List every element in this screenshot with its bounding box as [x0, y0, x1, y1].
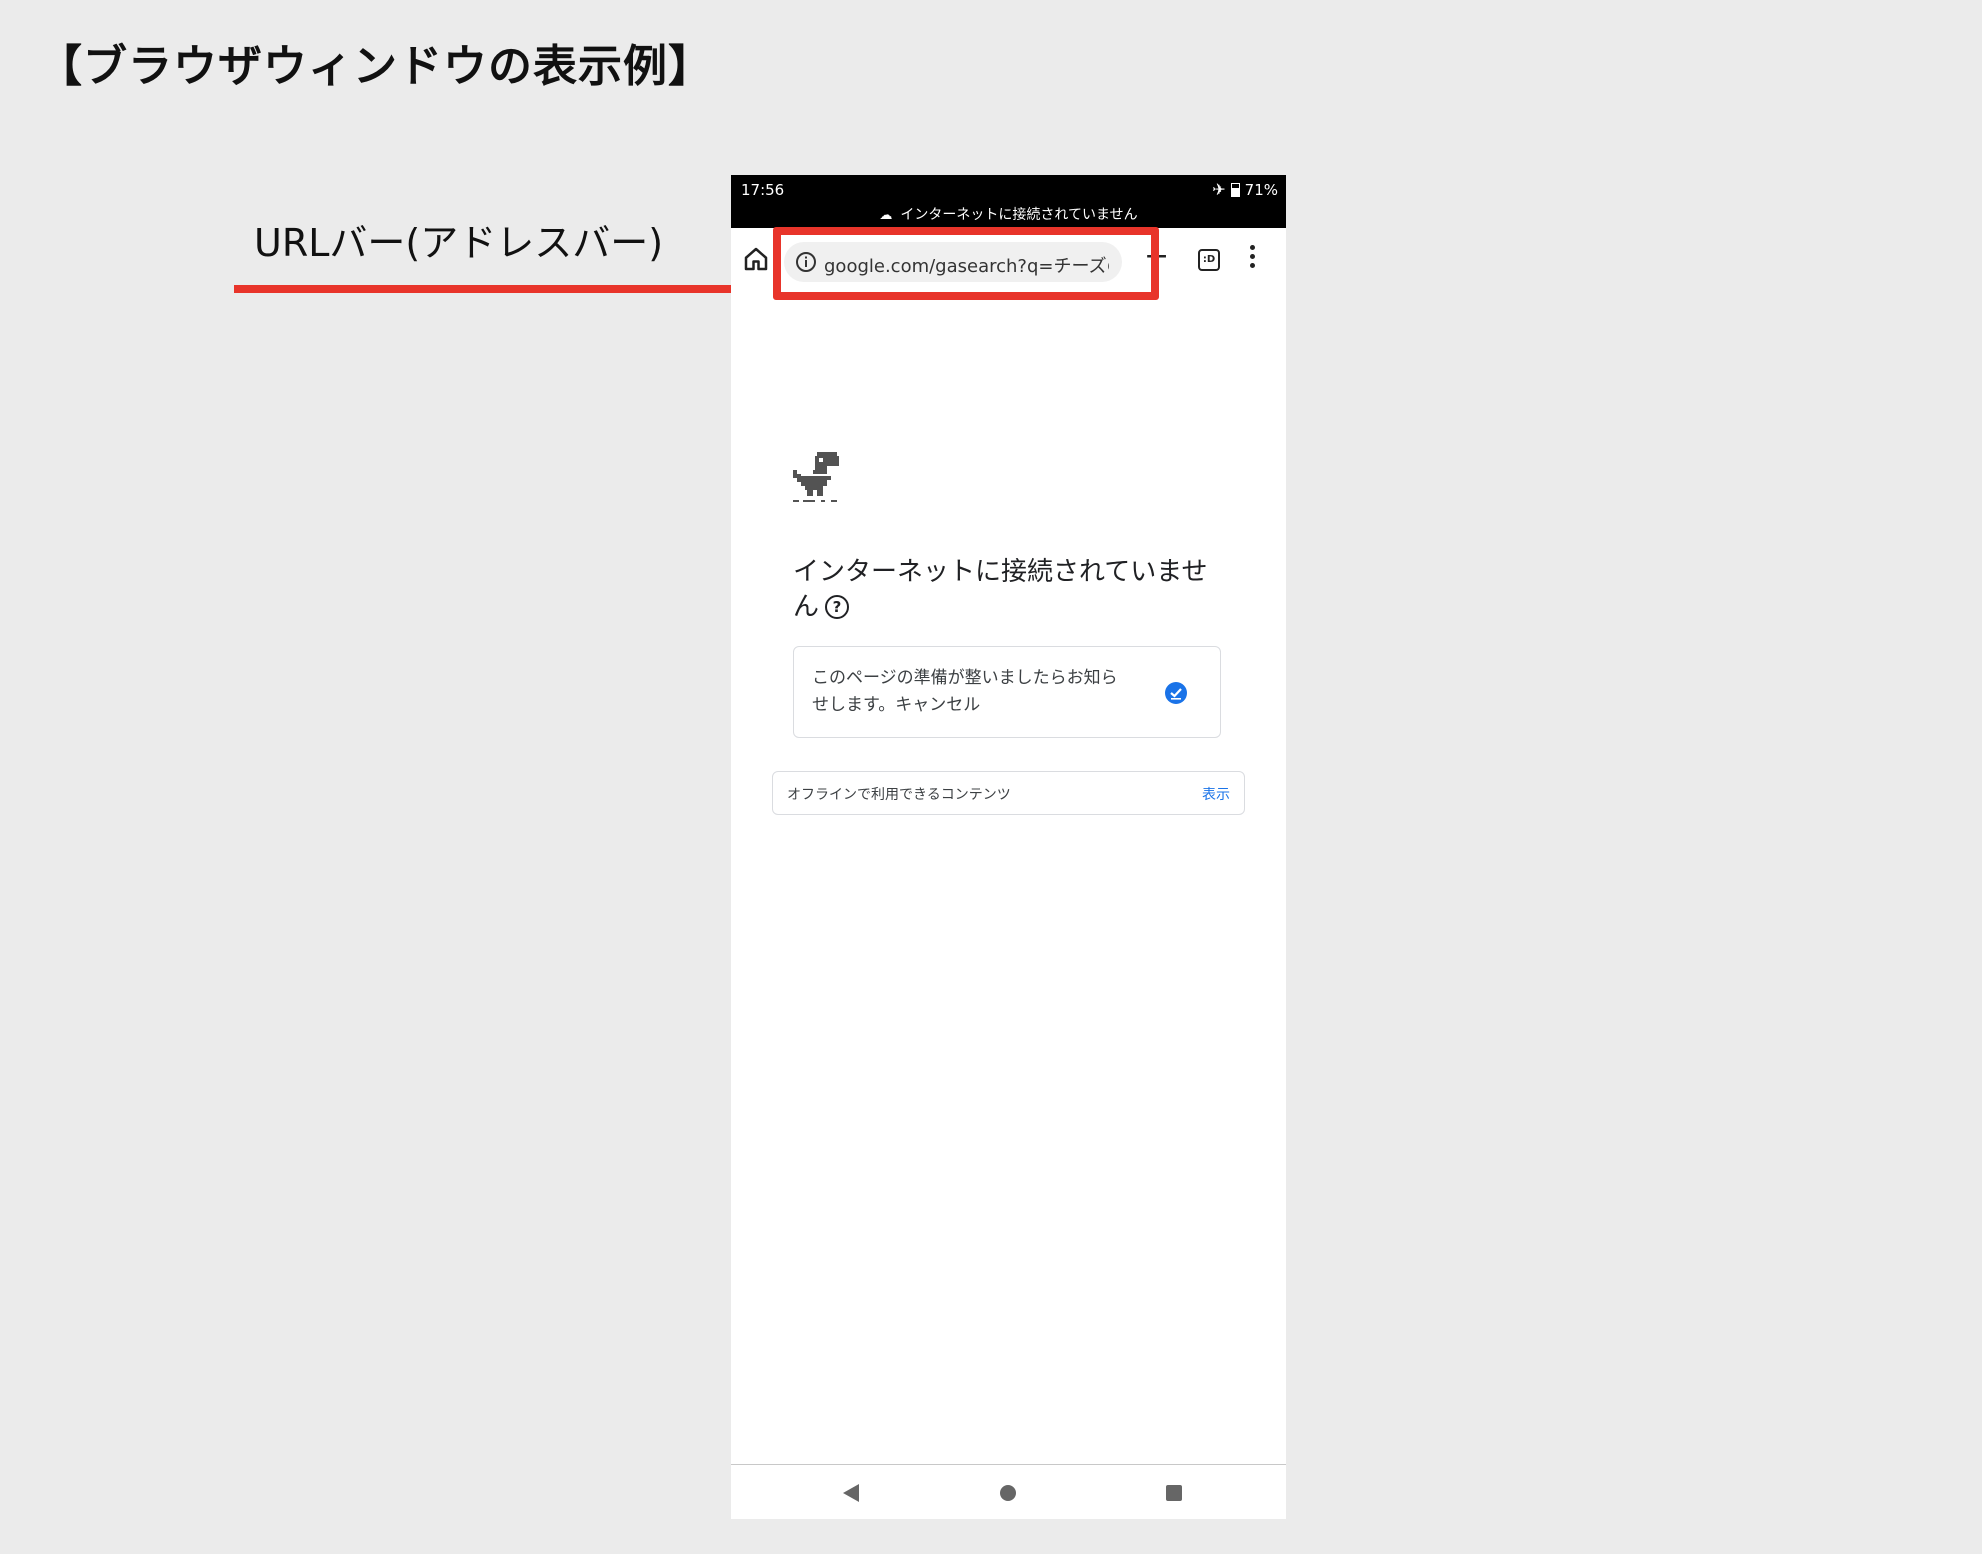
annotation-box: [773, 227, 1159, 300]
airplane-icon: ✈: [1212, 180, 1226, 199]
status-bar: 17:56 ✈ 71% ☁ インターネットに接続されていません: [731, 175, 1286, 228]
notify-text: このページの準備が整いましたらお知らせします。キャンセル: [812, 668, 1118, 715]
offline-show-link[interactable]: 表示: [1202, 784, 1230, 804]
tab-switcher-icon[interactable]: :D: [1198, 249, 1220, 271]
check-icon[interactable]: [1164, 681, 1188, 705]
more-vert-icon[interactable]: [1250, 245, 1256, 271]
status-time: 17:56: [741, 181, 785, 199]
nav-bar: [731, 1464, 1286, 1519]
error-title: インターネットに接続されていません?: [793, 555, 1213, 625]
offline-content-label: オフラインで利用できるコンテンツ: [787, 787, 1011, 803]
page-title: 【ブラウザウィンドウの表示例】: [38, 41, 713, 92]
recents-icon[interactable]: [1166, 1485, 1182, 1501]
offline-content-card[interactable]: オフラインで利用できるコンテンツ 表示: [772, 771, 1245, 815]
error-title-text: インターネットに接続されていません: [793, 557, 1208, 622]
back-icon[interactable]: [843, 1484, 859, 1502]
annotation-line: [234, 285, 776, 293]
home-icon[interactable]: [741, 244, 771, 274]
status-right: ✈ 71%: [1212, 180, 1278, 199]
cloud-off-icon: ☁: [879, 208, 893, 223]
battery-level: 71%: [1244, 180, 1278, 199]
home-nav-icon[interactable]: [1000, 1485, 1016, 1501]
phone-screen: 17:56 ✈ 71% ☁ インターネットに接続されていません google.co…: [731, 175, 1286, 1519]
help-icon[interactable]: ?: [825, 595, 850, 619]
battery-icon: [1230, 182, 1240, 197]
offline-banner: ☁ インターネットに接続されていません: [731, 204, 1286, 224]
offline-banner-text: インターネットに接続されていません: [900, 207, 1138, 223]
dino-icon[interactable]: [793, 452, 843, 504]
notify-card[interactable]: このページの準備が整いましたらお知らせします。キャンセル: [793, 646, 1221, 738]
annotation-label: URLバー(アドレスバー): [254, 221, 664, 265]
